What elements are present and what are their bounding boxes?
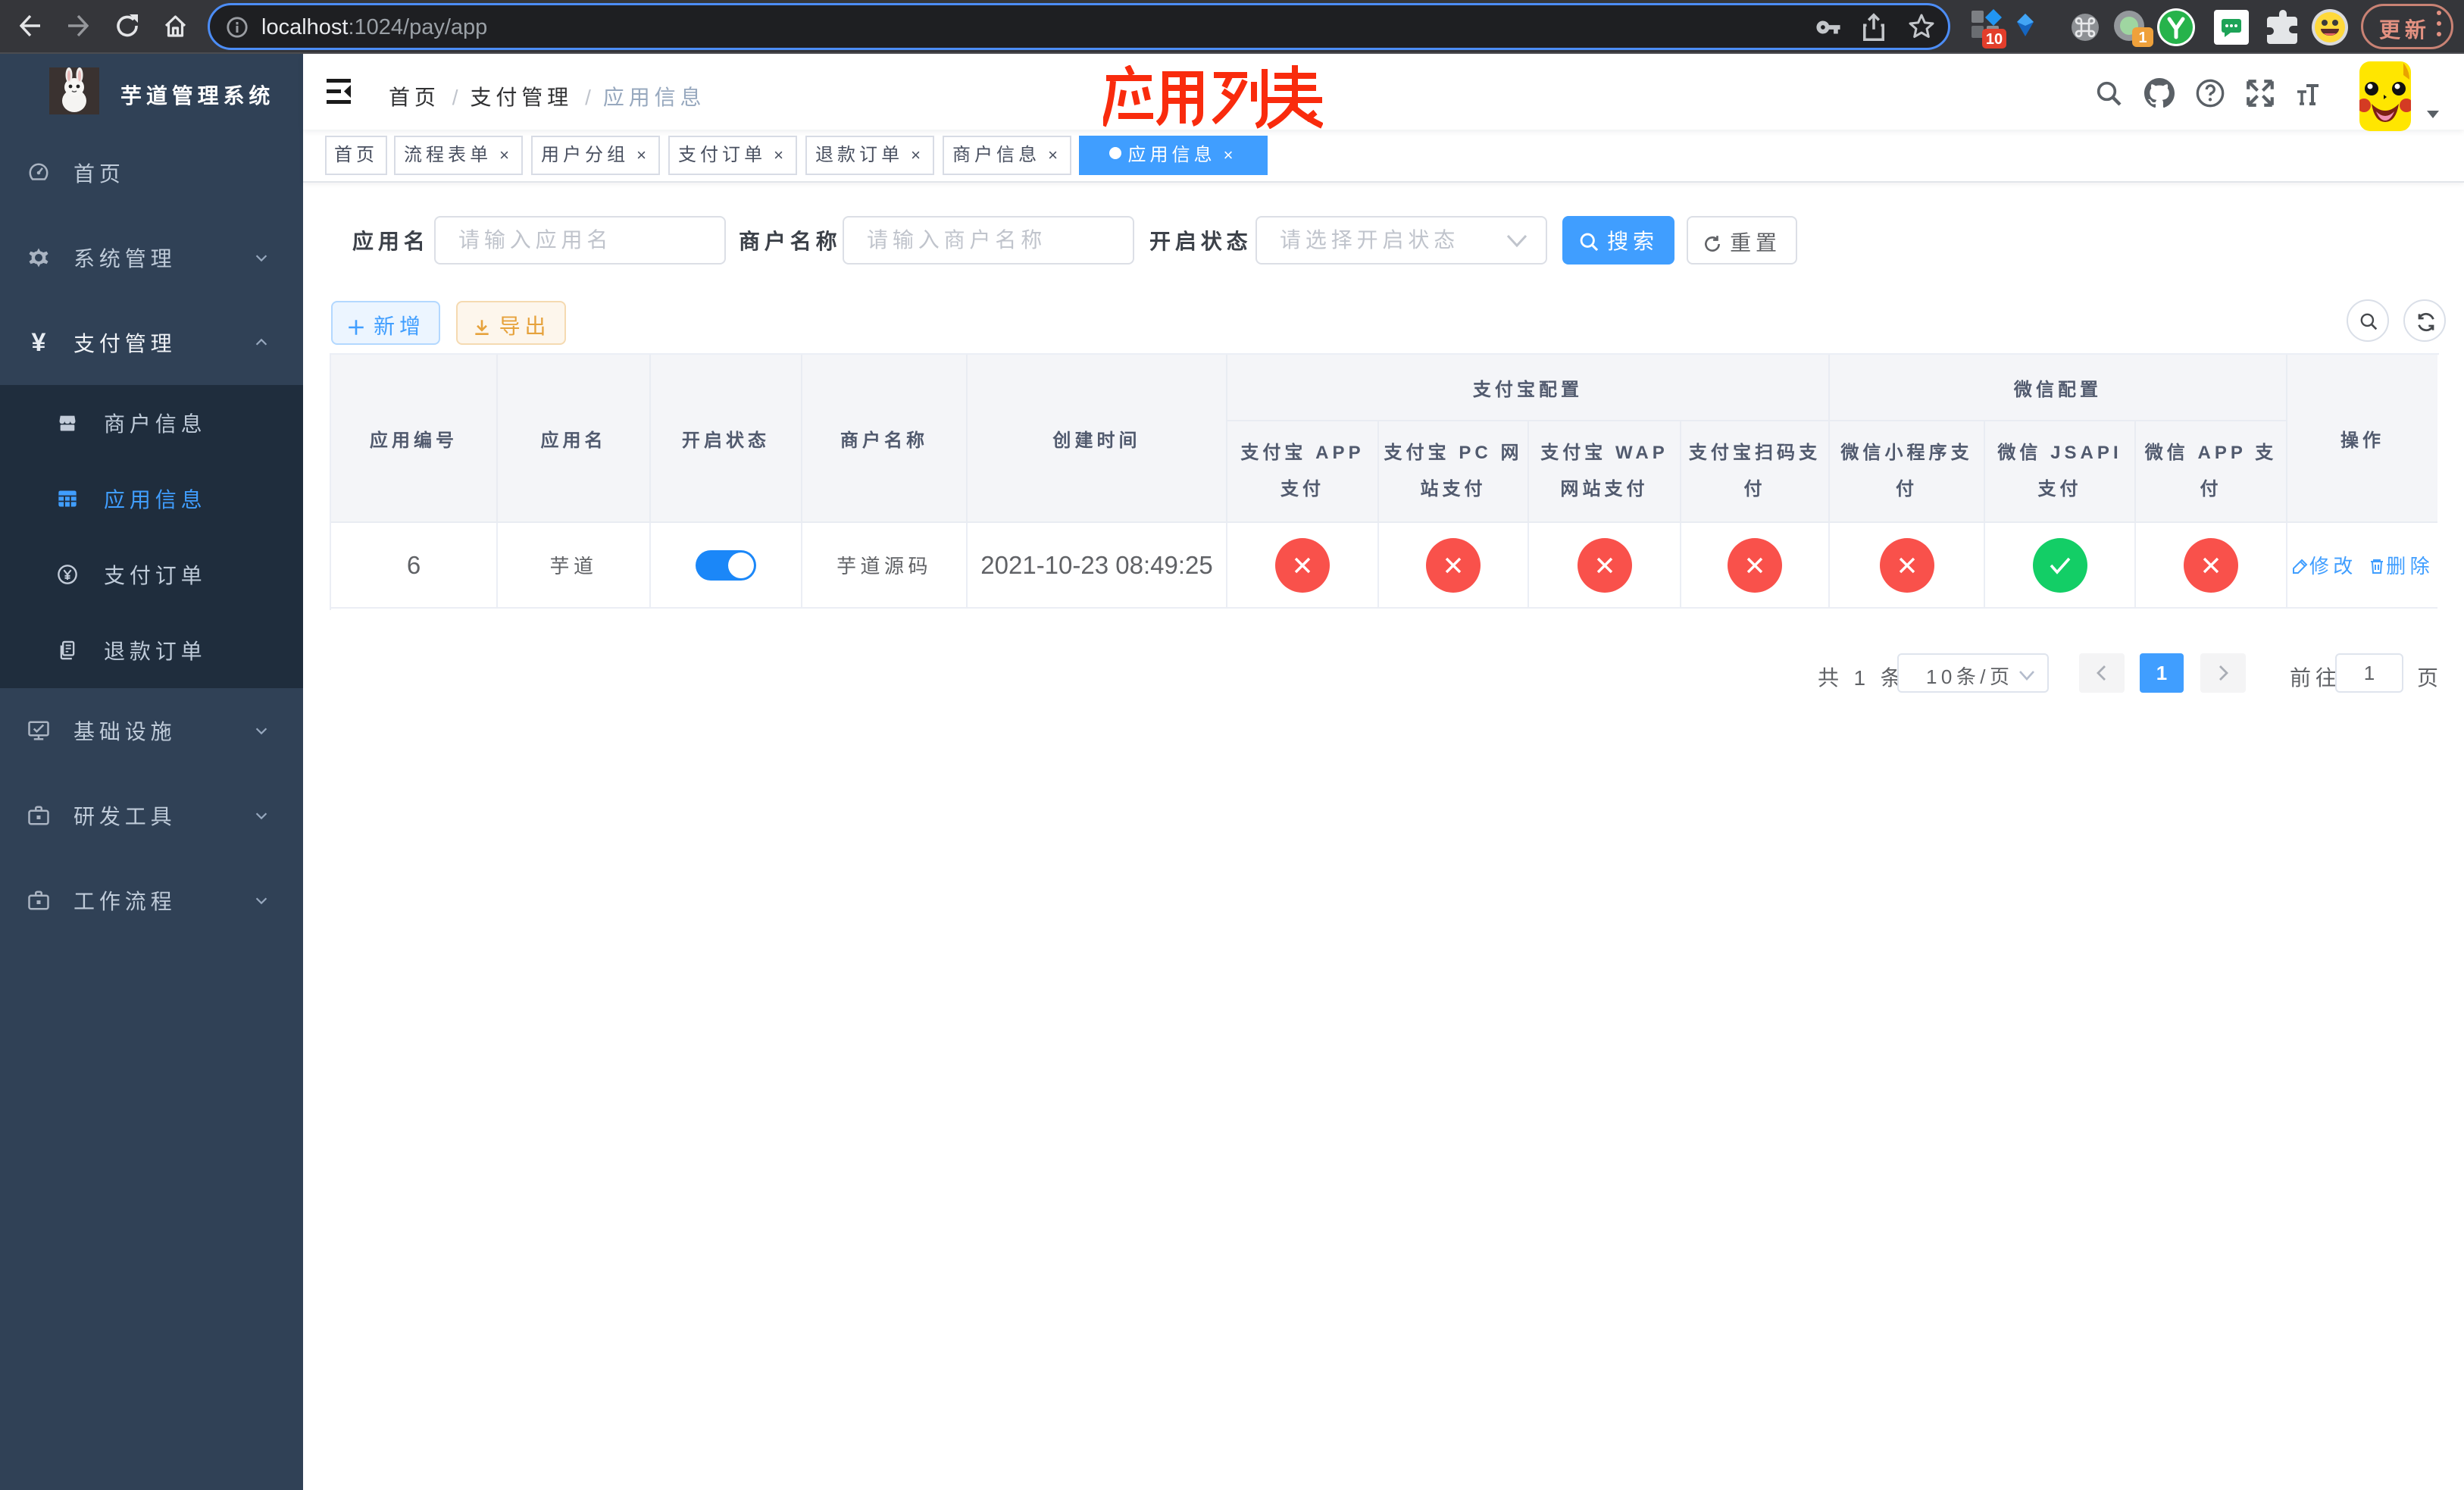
svg-text:1: 1 — [2138, 30, 2147, 46]
svg-text:10: 10 — [1986, 31, 2003, 48]
